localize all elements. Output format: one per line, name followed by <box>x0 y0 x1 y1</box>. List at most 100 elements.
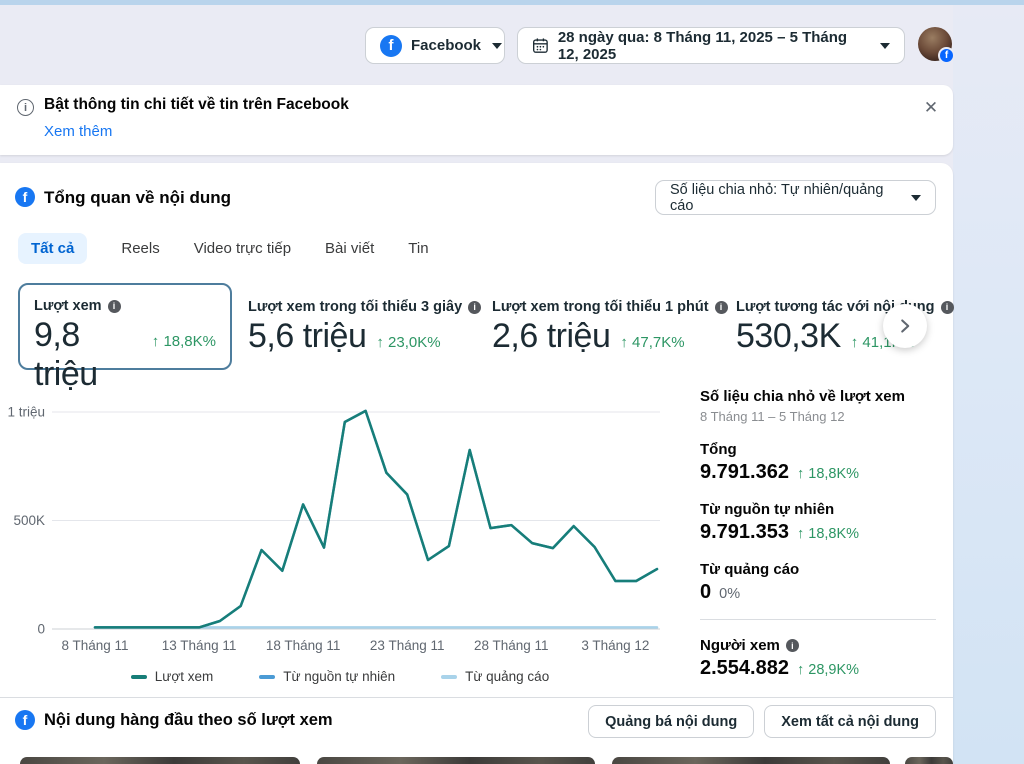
breakdown-title: Số liệu chia nhỏ về lượt xem <box>700 388 936 405</box>
date-range-label: 28 ngày qua: 8 Tháng 11, 2025 – 5 Tháng … <box>558 29 869 63</box>
content-thumbnail[interactable] <box>317 757 595 764</box>
series-line <box>95 411 657 628</box>
top-content-actions: Quảng bá nội dung Xem tất cả nội dung <box>588 705 936 738</box>
metric-breakdown-select[interactable]: Số liệu chia nhỏ: Tự nhiên/quảng cáo <box>655 180 936 215</box>
meta-business-suite-insights: f Facebook 28 ngày qua: 8 Tháng 11, 2025… <box>0 0 1024 764</box>
promote-content-button[interactable]: Quảng bá nội dung <box>588 705 754 738</box>
metric-card-1[interactable]: Lượt xemi9,8 triệu↑ 18,8K% <box>18 283 232 370</box>
user-avatar[interactable]: f <box>918 27 952 61</box>
metric-value: 2,6 triệu <box>492 317 610 356</box>
x-axis-tick: 13 Tháng 11 <box>162 638 237 653</box>
metric-delta: ↑ 18,8K% <box>152 333 216 350</box>
x-axis-tick: 23 Tháng 11 <box>370 638 445 653</box>
metric-delta: ↑ 23,0K% <box>376 334 440 351</box>
metric-label: Lượt xem trong tối thiểu 1 phúti <box>492 299 716 315</box>
tab-1[interactable]: Tất cả <box>18 233 87 264</box>
window-top-edge <box>0 0 1024 5</box>
stat-value-row: 9.791.362 ↑ 18,8K% <box>700 461 936 484</box>
content-thumbnail[interactable] <box>20 757 300 764</box>
facebook-section-icon: f <box>15 187 35 207</box>
legend-swatch <box>131 675 147 679</box>
content-thumbnail[interactable] <box>612 757 890 764</box>
chevron-down-icon <box>911 195 921 201</box>
divider <box>700 619 936 620</box>
x-axis-tick: 3 Tháng 12 <box>581 638 649 653</box>
info-icon[interactable]: i <box>108 300 121 313</box>
y-axis-tick: 500K <box>13 513 45 528</box>
metric-delta: ↑ 47,7K% <box>620 334 684 351</box>
next-metrics-button[interactable] <box>883 304 927 348</box>
info-icon[interactable]: i <box>468 301 481 314</box>
metric-value-row: 5,6 triệu ↑ 23,0K% <box>248 317 472 356</box>
chevron-down-icon <box>492 43 502 49</box>
legend-swatch <box>441 675 457 679</box>
metric-label-text: Lượt xem trong tối thiểu 1 phút <box>492 299 709 315</box>
platform-selector[interactable]: f Facebook <box>365 27 505 64</box>
tab-2[interactable]: Reels <box>121 233 159 264</box>
stat-group: Từ nguồn tự nhiên 9.791.353 ↑ 18,8K% <box>700 501 936 544</box>
stat-label: Từ nguồn tự nhiên <box>700 501 936 518</box>
content-thumbnails-row <box>0 757 953 764</box>
metric-label: Lượt xem trong tối thiểu 3 giâyi <box>248 299 472 315</box>
stat-label-text: Người xem <box>700 637 780 654</box>
stat-value: 2.554.882 <box>700 657 789 680</box>
banner-title: Bật thông tin chi tiết về tin trên Faceb… <box>44 96 349 114</box>
info-icon[interactable]: i <box>786 639 799 652</box>
stat-label: Người xem i <box>700 637 936 654</box>
info-icon[interactable]: i <box>715 301 728 314</box>
stat-value-row: 00% <box>700 581 936 604</box>
metric-card-2[interactable]: Lượt xem trong tối thiểu 3 giâyi 5,6 triệ… <box>248 285 472 369</box>
content-thumbnail[interactable] <box>905 757 953 764</box>
breakdown-date-range: 8 Tháng 11 – 5 Tháng 12 <box>700 409 936 424</box>
legend-item: Từ nguồn tự nhiên <box>259 669 395 684</box>
close-icon[interactable]: ✕ <box>918 95 944 121</box>
legend-label: Từ quảng cáo <box>465 669 549 684</box>
metric-value: 5,6 triệu <box>248 317 366 356</box>
tab-3[interactable]: Video trực tiếp <box>194 233 291 264</box>
stat-label-text: Từ quảng cáo <box>700 561 799 578</box>
legend-item: Từ quảng cáo <box>441 669 549 684</box>
stat-value-row: 9.791.353 ↑ 18,8K% <box>700 521 936 544</box>
stat-value-row: 2.554.882 ↑ 28,9K% <box>700 657 936 680</box>
stat-delta: ↑ 18,8K% <box>797 466 859 482</box>
tab-5[interactable]: Tin <box>408 233 428 264</box>
metric-breakdown-label: Số liệu chia nhỏ: Tự nhiên/quảng cáo <box>670 182 900 214</box>
stat-value: 9.791.362 <box>700 461 789 484</box>
chevron-down-icon <box>880 43 890 49</box>
legend-label: Từ nguồn tự nhiên <box>283 669 395 684</box>
top-content-section: f Nội dung hàng đầu theo số lượt xem Quả… <box>0 697 953 764</box>
legend-swatch <box>259 675 275 679</box>
stat-group: Từ quảng cáo 00% <box>700 561 936 604</box>
stat-value: 9.791.353 <box>700 521 789 544</box>
metric-value-row: 9,8 triệu ↑ 18,8K% <box>34 316 216 394</box>
metric-label-text: Lượt xem trong tối thiểu 3 giây <box>248 299 462 315</box>
info-icon[interactable]: i <box>941 301 954 314</box>
stat-delta: ↑ 28,9K% <box>797 662 859 678</box>
stat-delta: 0% <box>719 586 740 602</box>
content-overview-card: f Tổng quan về nội dung Số liệu chia nhỏ… <box>0 163 953 764</box>
x-axis-tick: 28 Tháng 11 <box>474 638 549 653</box>
stat-delta: ↑ 18,8K% <box>797 526 859 542</box>
platform-selector-label: Facebook <box>411 37 481 54</box>
y-axis-tick: 1 triệu <box>7 405 45 420</box>
see-more-link[interactable]: Xem thêm <box>44 123 112 140</box>
stat-label-text: Tổng <box>700 441 737 458</box>
stat-label: Tổng <box>700 441 936 458</box>
info-icon: i <box>17 99 34 116</box>
views-line-chart: 0500K1 triệu8 Tháng 1113 Tháng 1118 Thán… <box>0 388 680 660</box>
tab-4[interactable]: Bài viết <box>325 233 374 264</box>
see-all-content-button[interactable]: Xem tất cả nội dung <box>764 705 936 738</box>
date-range-selector[interactable]: 28 ngày qua: 8 Tháng 11, 2025 – 5 Tháng … <box>517 27 905 64</box>
metric-label: Lượt xemi <box>34 298 216 314</box>
metric-card-3[interactable]: Lượt xem trong tối thiểu 1 phúti 2,6 triệ… <box>492 285 716 369</box>
legend-label: Lượt xem <box>155 669 213 684</box>
metric-value: 9,8 triệu <box>34 316 142 394</box>
views-breakdown-panel: Số liệu chia nhỏ về lượt xem 8 Tháng 11 … <box>700 388 936 680</box>
top-content-title: Nội dung hàng đầu theo số lượt xem <box>44 711 333 730</box>
page-background-strip <box>953 5 1024 764</box>
section-title: Tổng quan về nội dung <box>44 188 231 208</box>
y-axis-tick: 0 <box>37 622 45 637</box>
content-type-tabs: Tất cả Reels Video trực tiếp Bài viết Tin <box>18 233 429 264</box>
x-axis-tick: 18 Tháng 11 <box>266 638 341 653</box>
chart-legend: Lượt xem Từ nguồn tự nhiên Từ quảng cáo <box>0 669 680 684</box>
